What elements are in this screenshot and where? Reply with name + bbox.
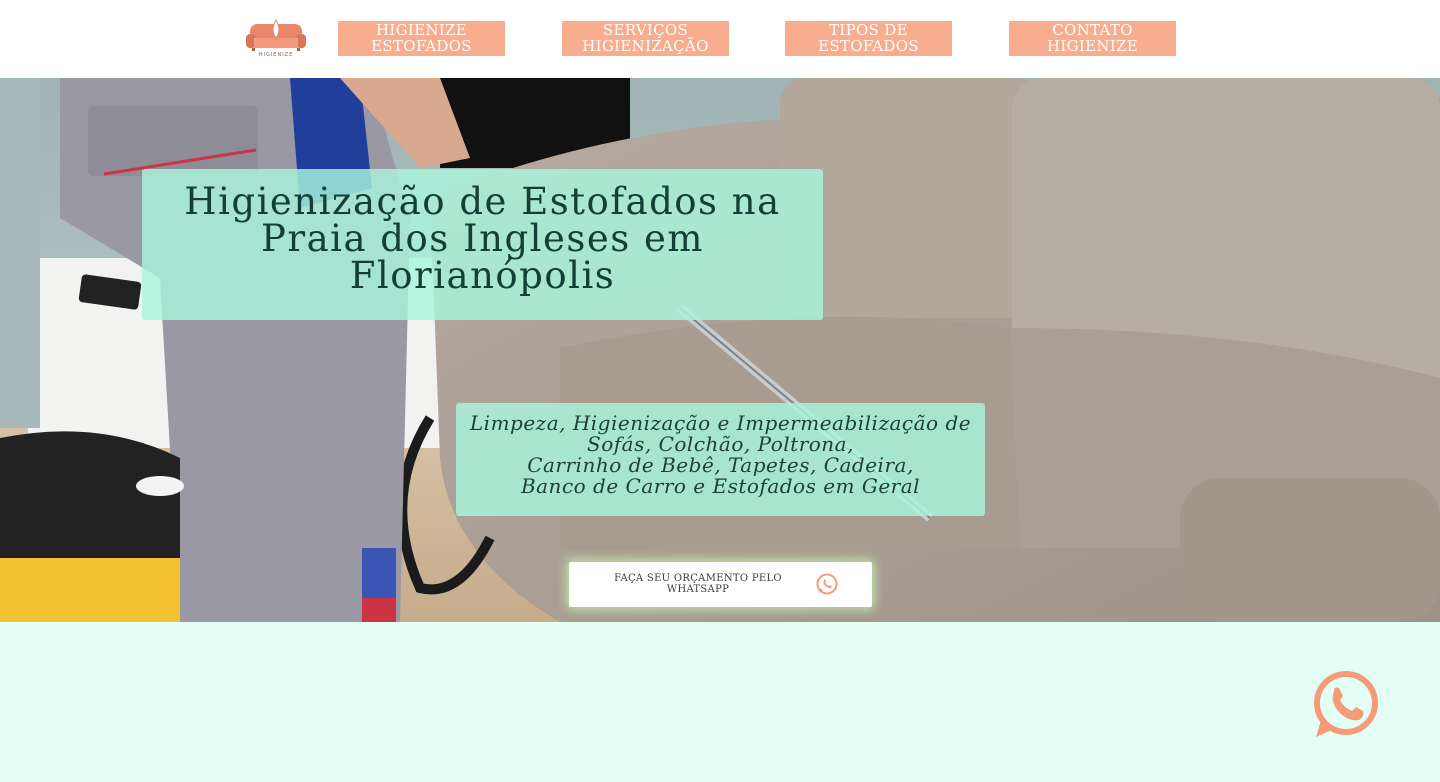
hero-section: Higienização de Estofados na Praia dos I… xyxy=(0,78,1440,622)
nav-label: TIPOS DE ESTOFADOS xyxy=(818,21,919,55)
lower-section xyxy=(0,622,1440,782)
hero-subtitle-box: Limpeza, Higienização e Impermeabilizaçã… xyxy=(456,403,985,516)
logo-text: HIGIENIZE xyxy=(258,52,294,58)
page-title: Higienização de Estofados na Praia dos I… xyxy=(184,180,781,297)
sofa-logo-icon xyxy=(246,19,306,51)
logo[interactable]: HIGIENIZE xyxy=(244,14,308,60)
nav-higienize-estofados[interactable]: HIGIENIZE ESTOFADOS xyxy=(338,21,505,56)
hero-subtitle: Limpeza, Higienização e Impermeabilizaçã… xyxy=(469,411,972,498)
hero-background-image xyxy=(0,78,1440,622)
whatsapp-icon xyxy=(816,573,838,595)
nav-label: CONTATO HIGIENIZE xyxy=(1047,21,1138,55)
nav-contato-higienize[interactable]: CONTATO HIGIENIZE xyxy=(1009,21,1176,56)
cta-label: FAÇA SEU ORÇAMENTO PELO WHATSAPP xyxy=(614,573,782,595)
site-header: HIGIENIZE HIGIENIZE ESTOFADOS SERVIÇOS H… xyxy=(0,0,1440,78)
nav-tipos-de-estofados[interactable]: TIPOS DE ESTOFADOS xyxy=(785,21,952,56)
nav-label: HIGIENIZE ESTOFADOS xyxy=(371,21,472,55)
nav-servicos-higienizacao[interactable]: SERVIÇOS HIGIENIZAÇÃO xyxy=(562,21,729,56)
whatsapp-quote-button[interactable]: FAÇA SEU ORÇAMENTO PELO WHATSAPP xyxy=(569,562,872,607)
nav-label: SERVIÇOS HIGIENIZAÇÃO xyxy=(582,21,709,55)
hero-title-box: Higienização de Estofados na Praia dos I… xyxy=(142,169,823,320)
floating-whatsapp-icon[interactable] xyxy=(1312,671,1380,739)
